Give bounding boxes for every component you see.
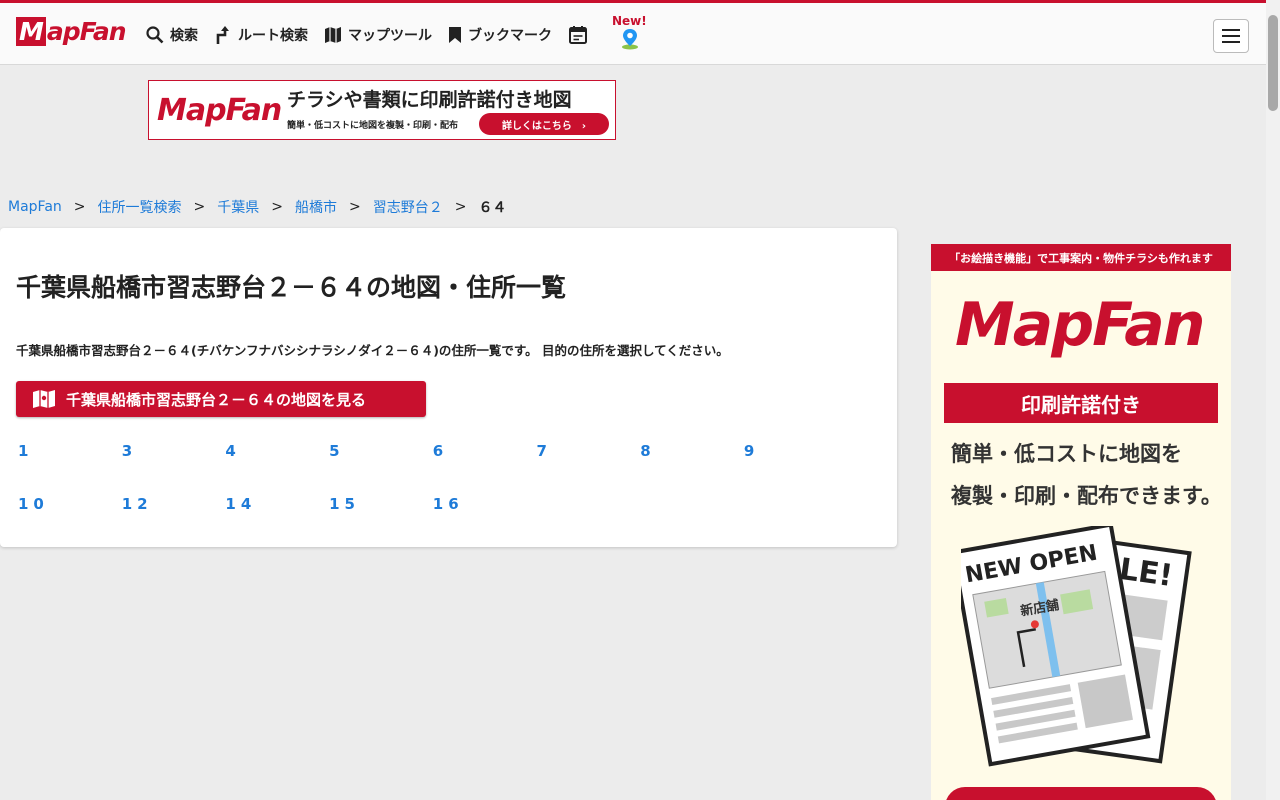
scrollbar-track[interactable]	[1266, 0, 1280, 800]
nav-new-feature[interactable]: New!	[612, 14, 648, 50]
breadcrumb-separator: >	[271, 199, 283, 215]
banner-headline: チラシや書類に印刷許諾付き地図	[287, 89, 572, 111]
menu-bar	[1222, 29, 1240, 31]
menu-bar	[1222, 41, 1240, 43]
search-icon	[146, 26, 164, 44]
mapfan-logo[interactable]: MapFan	[16, 17, 127, 46]
view-map-button[interactable]: 千葉県船橋市習志野台２－６４の地図を見る	[16, 381, 426, 417]
nav-route-search[interactable]: ルート検索	[214, 25, 308, 45]
address-number-link[interactable]: 10	[18, 495, 49, 513]
hamburger-menu-button[interactable]	[1213, 19, 1249, 53]
menu-bar	[1222, 35, 1240, 37]
top-header: MapFan 検索 ルート検索 マップツール ブックマーク New!	[0, 0, 1266, 65]
scrollbar-thumb[interactable]	[1268, 15, 1278, 111]
breadcrumb-current: ６４	[478, 200, 507, 216]
breadcrumb-separator: >	[193, 199, 206, 215]
flyer-back-text: LE!	[1117, 552, 1175, 594]
view-map-label: 千葉県船橋市習志野台２－６４の地図を見る	[66, 390, 367, 409]
address-number-link[interactable]: 8	[640, 442, 655, 460]
address-number-link[interactable]: 1	[18, 442, 33, 460]
banner-logo: MapFan	[157, 93, 282, 128]
address-number-link[interactable]: 15	[329, 495, 360, 513]
address-number-link[interactable]: 4	[225, 442, 240, 460]
address-number-link[interactable]: 14	[225, 495, 256, 513]
calendar-icon	[569, 26, 587, 44]
bookmark-icon	[449, 27, 461, 43]
nav-search-label: 検索	[170, 28, 198, 44]
nav-map-tool[interactable]: マップツール	[324, 25, 432, 45]
ad-top-strip: 「お絵描き機能」で工事案内・物件チラシも作れます	[931, 244, 1231, 271]
ad-text-line2: 複製・印刷・配布できます。	[951, 484, 1222, 508]
breadcrumb-link[interactable]: 船橋市	[295, 197, 337, 217]
address-number-link[interactable]: 9	[744, 442, 759, 460]
route-icon	[216, 26, 229, 44]
top-banner-ad[interactable]: MapFan チラシや書類に印刷許諾付き地図 簡単・低コストに地図を複製・印刷・…	[148, 80, 616, 140]
ad-band: 印刷許諾付き	[944, 383, 1218, 423]
main-nav: 検索 ルート検索 マップツール ブックマーク New!	[146, 14, 648, 50]
address-list-card: 千葉県船橋市習志野台２－６４の地図・住所一覧 千葉県船橋市習志野台２－６４(チバ…	[0, 228, 897, 547]
page-description: 千葉県船橋市習志野台２－６４(チバケンフナバシシナラシノダイ２－６４)の住所一覧…	[16, 343, 729, 358]
ad-logo: MapFan	[955, 290, 1205, 360]
breadcrumb: MapFan > 住所一覧検索 > 千葉県 > 船橋市 > 習志野台２ > ６４	[8, 197, 506, 217]
nav-map-tool-label: マップツール	[348, 28, 432, 44]
map-icon	[325, 27, 341, 43]
breadcrumb-separator: >	[348, 199, 361, 215]
address-number-link[interactable]: 5	[329, 442, 344, 460]
breadcrumb-separator: >	[454, 199, 467, 215]
page-title: 千葉県船橋市習志野台２－６４の地図・住所一覧	[16, 273, 567, 302]
banner-details-button[interactable]: 詳しくはこちら ›	[479, 113, 609, 135]
nav-search[interactable]: 検索	[146, 25, 198, 45]
address-number-link[interactable]: 16	[433, 495, 464, 513]
side-ad[interactable]: 「お絵描き機能」で工事案内・物件チラシも作れます MapFan 印刷許諾付き 簡…	[931, 244, 1231, 800]
nav-bookmark-label: ブックマーク	[468, 28, 552, 44]
address-number-link[interactable]: 6	[433, 442, 448, 460]
new-badge: New!	[612, 14, 647, 28]
address-number-link[interactable]: 7	[537, 442, 552, 460]
ad-cta-button[interactable]	[945, 787, 1217, 800]
breadcrumb-separator: >	[73, 199, 86, 215]
flyer-illustration: LE! NEW OPEN 新店舗	[961, 526, 1192, 767]
logo-text: apFan	[46, 17, 127, 46]
address-number-link[interactable]: 12	[122, 495, 153, 513]
breadcrumb-link[interactable]: 習志野台２	[373, 197, 443, 217]
breadcrumb-link[interactable]: 千葉県	[217, 197, 259, 217]
ad-text-line1: 簡単・低コストに地図を	[951, 442, 1182, 466]
nav-bookmark[interactable]: ブックマーク	[448, 25, 552, 45]
location-pin-icon	[622, 29, 638, 50]
breadcrumb-link[interactable]: 住所一覧検索	[98, 197, 182, 217]
address-number-link[interactable]: 3	[122, 442, 137, 460]
nav-calendar[interactable]	[568, 25, 594, 45]
banner-subtext: 簡単・低コストに地図を複製・印刷・配布	[287, 121, 459, 131]
nav-route-label: ルート検索	[238, 28, 308, 44]
map-icon	[33, 390, 55, 408]
breadcrumb-link[interactable]: MapFan	[8, 199, 62, 215]
